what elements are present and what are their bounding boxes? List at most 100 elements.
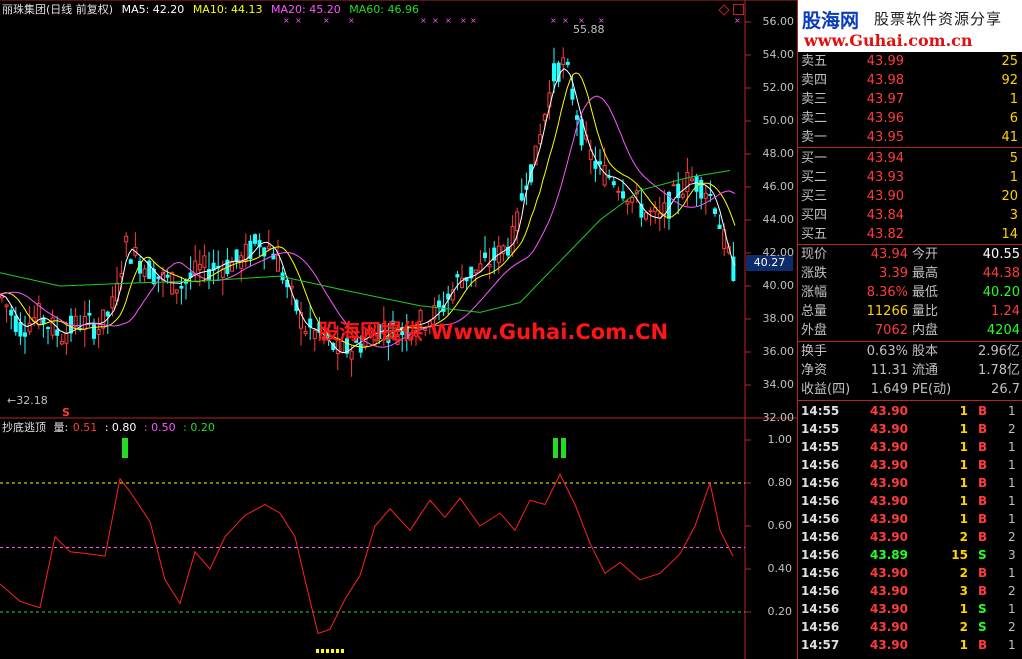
indicator-v4: : 0.20 bbox=[183, 421, 215, 434]
quote-label: 量比 bbox=[912, 304, 939, 319]
tick-direction: B bbox=[978, 494, 988, 508]
candle-body bbox=[82, 315, 87, 331]
tick-price: 43.90 bbox=[870, 458, 908, 472]
candle-body bbox=[598, 161, 602, 165]
quote-value: 43.94 bbox=[870, 247, 908, 262]
quote-value: 1.24 bbox=[991, 304, 1020, 319]
order-row[interactable]: 卖三 43.97 1 bbox=[798, 90, 1022, 109]
candle-body bbox=[312, 329, 317, 340]
order-label: 买一 bbox=[801, 151, 828, 166]
candle-body bbox=[202, 255, 207, 269]
tick-row[interactable]: 14:55 43.90 1 B 1 bbox=[798, 438, 1022, 456]
order-label: 卖二 bbox=[801, 111, 828, 126]
order-price: 43.84 bbox=[866, 208, 904, 223]
order-volume: 6 bbox=[1009, 111, 1018, 126]
logo-sub: 股票软件资源分享 bbox=[874, 10, 1003, 28]
tick-time: 14:57 bbox=[801, 638, 840, 652]
fund-value: 1.78亿 bbox=[978, 363, 1020, 378]
low-annotation: ←32.18 bbox=[7, 394, 48, 407]
tick-price: 43.90 bbox=[870, 530, 908, 544]
tick-row[interactable]: 14:56 43.90 1 B 1 bbox=[798, 492, 1022, 510]
candle-body bbox=[18, 321, 23, 337]
fund-value: 2.96亿 bbox=[978, 344, 1020, 359]
order-row[interactable]: 卖二 43.96 6 bbox=[798, 109, 1022, 128]
tick-direction: B bbox=[978, 530, 988, 544]
price-axis-label: 34.00 bbox=[762, 378, 795, 391]
tick-row[interactable]: 14:55 43.90 1 B 2 bbox=[798, 420, 1022, 438]
order-row[interactable]: 买一 43.94 5 bbox=[798, 149, 1022, 168]
candle-body bbox=[717, 224, 722, 230]
order-row[interactable]: 卖四 43.98 92 bbox=[798, 71, 1022, 90]
order-row[interactable]: 买五 43.82 14 bbox=[798, 225, 1022, 244]
tick-count: 2 bbox=[1008, 422, 1016, 436]
tick-row[interactable]: 14:56 43.90 1 B 1 bbox=[798, 456, 1022, 474]
candle-body bbox=[87, 312, 92, 316]
candle-body bbox=[197, 263, 202, 271]
tick-time: 14:55 bbox=[801, 404, 840, 418]
quote-value: 44.38 bbox=[982, 266, 1020, 281]
order-row[interactable]: 买三 43.90 20 bbox=[798, 187, 1022, 206]
candle-body bbox=[570, 88, 575, 100]
tick-price: 43.90 bbox=[870, 512, 908, 526]
order-label: 买二 bbox=[801, 170, 828, 185]
signal-marker: × bbox=[734, 16, 741, 25]
tick-row[interactable]: 14:57 43.90 1 B 1 bbox=[798, 636, 1022, 654]
tick-row[interactable]: 14:56 43.90 1 B 1 bbox=[798, 510, 1022, 528]
order-volume: 1 bbox=[1009, 170, 1018, 185]
price-axis-label: 54.00 bbox=[762, 48, 795, 61]
tick-time: 14:56 bbox=[801, 512, 840, 526]
tick-row[interactable]: 14:56 43.89 15 S 3 bbox=[798, 546, 1022, 564]
tick-row[interactable]: 14:56 43.90 2 B 2 bbox=[798, 528, 1022, 546]
ma60-value: MA60: 46.96 bbox=[349, 3, 419, 16]
bottom-signal-dot bbox=[331, 649, 334, 653]
price-axis-label: 46.00 bbox=[762, 180, 795, 193]
tick-time: 14:56 bbox=[801, 602, 840, 616]
tick-count: 2 bbox=[1008, 620, 1016, 634]
fund-value: 0.63% bbox=[866, 344, 908, 359]
chart-area[interactable]: × × × × × × × × × × × × × × 丽珠集团(日线 前复权) MA5: 42.20 M… bbox=[0, 0, 797, 659]
tick-price: 43.90 bbox=[870, 584, 908, 598]
signal-marker: × bbox=[420, 16, 427, 25]
tick-volume: 1 bbox=[959, 494, 968, 508]
order-label: 买五 bbox=[801, 227, 828, 242]
signal-marker: × bbox=[323, 16, 330, 25]
candle-body bbox=[9, 309, 14, 316]
fund-value: 1.649 bbox=[870, 382, 908, 397]
candle-body bbox=[713, 208, 717, 214]
tick-row[interactable]: 14:55 43.90 1 B 1 bbox=[798, 402, 1022, 420]
indicator-line bbox=[0, 473, 734, 635]
tick-row[interactable]: 14:56 43.90 1 S 1 bbox=[798, 600, 1022, 618]
order-row[interactable]: 卖一 43.95 41 bbox=[798, 128, 1022, 147]
candle-body bbox=[575, 115, 579, 120]
price-axis-label: 42.00 bbox=[762, 246, 795, 259]
quote-value: 4204 bbox=[986, 323, 1020, 338]
tick-row[interactable]: 14:56 43.90 1 B 1 bbox=[798, 474, 1022, 492]
candle-body bbox=[483, 252, 487, 258]
tick-row[interactable]: 14:56 43.90 2 S 2 bbox=[798, 618, 1022, 636]
quote-label: 涨跌 bbox=[801, 266, 828, 281]
tick-row[interactable]: 14:56 43.90 2 B 1 bbox=[798, 564, 1022, 582]
indicator-v1: 0.51 bbox=[72, 421, 98, 434]
order-price: 43.98 bbox=[866, 73, 904, 88]
candle-body bbox=[253, 234, 257, 244]
quote-value: 7062 bbox=[874, 323, 908, 338]
tick-volume: 1 bbox=[959, 422, 968, 436]
candle-body bbox=[105, 311, 110, 317]
order-row[interactable]: 卖五 43.99 25 bbox=[798, 52, 1022, 71]
fund-label: 股本 bbox=[912, 344, 939, 359]
candle-body bbox=[243, 243, 248, 261]
indicator-v3: : 0.50 bbox=[143, 421, 176, 434]
order-volume: 25 bbox=[1001, 54, 1018, 69]
order-row[interactable]: 买二 43.93 1 bbox=[798, 168, 1022, 187]
tick-volume: 1 bbox=[959, 602, 968, 616]
tick-volume: 2 bbox=[959, 530, 968, 544]
candle-body bbox=[55, 329, 60, 336]
candle-body bbox=[611, 181, 616, 186]
tick-row[interactable]: 14:56 43.90 3 B 2 bbox=[798, 582, 1022, 600]
indicator-header: 抄底逃顶 量: 0.51 : 0.80 : 0.50 : 0.20 bbox=[2, 421, 219, 435]
candle-body bbox=[64, 333, 69, 344]
order-row[interactable]: 买四 43.84 3 bbox=[798, 206, 1022, 225]
tick-count: 2 bbox=[1008, 584, 1016, 598]
bottom-signal-dot bbox=[341, 649, 344, 653]
maximize-icon[interactable] bbox=[733, 4, 744, 15]
